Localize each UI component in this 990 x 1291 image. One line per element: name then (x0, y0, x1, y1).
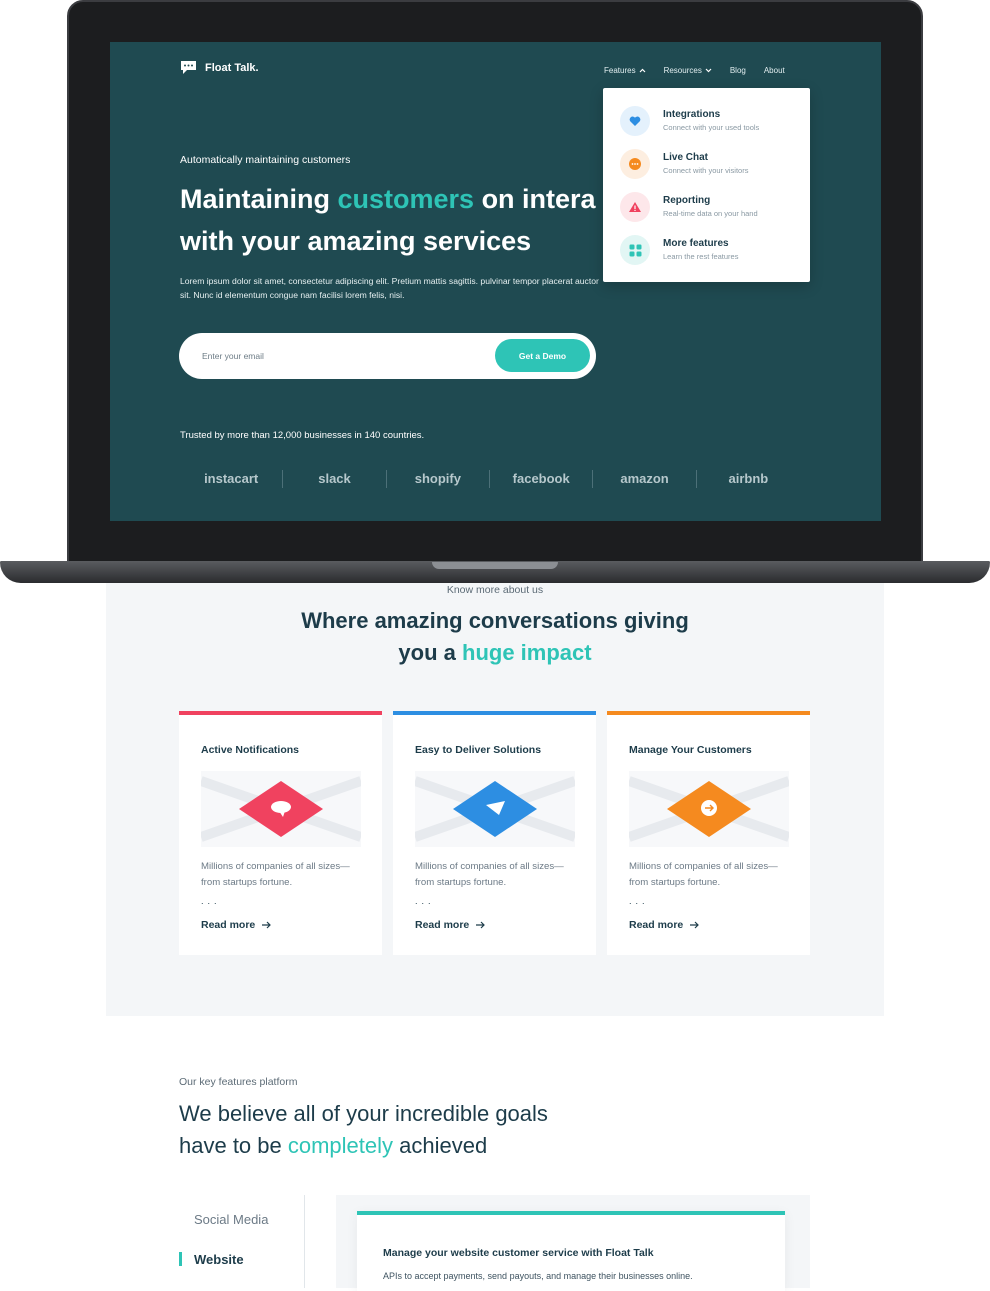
get-demo-button[interactable]: Get a Demo (495, 339, 590, 372)
read-more-label: Read more (201, 919, 256, 931)
trusted-text: Trusted by more than 12,000 businesses i… (180, 430, 425, 441)
card-dots: ... (415, 896, 435, 906)
laptop-notch (432, 562, 558, 569)
feature-panel: Manage your website customer service wit… (336, 1195, 810, 1291)
impact-kicker: Know more about us (446, 584, 544, 596)
email-input[interactable] (200, 345, 460, 367)
dropdown-item-subtitle: Connect with your visitors (663, 166, 749, 175)
dropdown-item-title: Integrations (663, 109, 721, 120)
heart-icon (620, 106, 650, 136)
chevron-up-icon (639, 68, 646, 73)
dropdown-item-live-chat[interactable]: Live Chat Connect with your visitors (620, 149, 748, 179)
amazon-logo: amazon (593, 470, 697, 488)
chat-bubble-logo-icon (181, 61, 196, 74)
feature-tabs: Social Media Website (179, 1195, 305, 1288)
card-dots: ... (629, 896, 649, 906)
customers-illustration-icon (629, 771, 789, 847)
feature-card-customers: Manage Your Customers Millions of compan… (607, 711, 810, 955)
nav-blog-label: Blog (729, 66, 746, 75)
nav-blog[interactable]: Blog (730, 66, 746, 75)
hero-description: Lorem ipsum dolor sit amet, consectetur … (180, 276, 599, 300)
impact-title-line2: you a (398, 640, 462, 665)
card-text: Millions of companies of all sizes—from … (629, 861, 778, 888)
card-text: Millions of companies of all sizes—from … (201, 861, 350, 888)
read-more-label: Read more (415, 919, 470, 931)
chat-icon (620, 149, 650, 179)
instacart-logo: instacart (180, 470, 284, 488)
dropdown-item-title: Reporting (663, 195, 711, 206)
impact-title-line1: Where amazing conversations giving (301, 608, 689, 633)
hero-screen: Float Talk. Features Resources Blog Abou… (110, 42, 881, 521)
card-dots: ... (201, 896, 221, 906)
hero-title: Maintaining customers on intera with you… (180, 178, 596, 262)
card-text: Millions of companies of all sizes—from … (415, 861, 564, 888)
nav-about-label: About (763, 66, 785, 75)
card-title: Manage Your Customers (629, 744, 752, 756)
dropdown-item-title: Live Chat (663, 152, 709, 163)
card-title: Active Notifications (201, 744, 300, 756)
email-signup-form: Get a Demo (179, 333, 596, 379)
impact-title: Where amazing conversations giving you a… (106, 605, 884, 669)
brand-logo[interactable]: Float Talk. (180, 60, 259, 75)
read-more-link[interactable]: Read more (415, 919, 486, 931)
panel-title: Manage your website customer service wit… (383, 1247, 654, 1259)
active-tab-indicator (179, 1252, 182, 1266)
tab-website[interactable]: Website (194, 1252, 244, 1267)
nav-about[interactable]: About (764, 66, 785, 75)
panel-text: APIs to accept payments, send payouts, a… (383, 1271, 693, 1281)
top-nav: Features Resources Blog About (604, 66, 785, 75)
brand-name: Float Talk. (205, 61, 259, 74)
features-kicker: Our key features platform (179, 1076, 298, 1088)
nav-features-label: Features (604, 66, 636, 75)
hero-title-part1: Maintaining (180, 184, 338, 214)
features-dropdown-menu: Integrations Connect with your used tool… (603, 88, 810, 282)
card-title: Easy to Deliver Solutions (415, 744, 542, 756)
shopify-logo: shopify (387, 470, 491, 488)
dropdown-item-more-features[interactable]: More features Learn the rest features (620, 235, 738, 265)
dropdown-item-integrations[interactable]: Integrations Connect with your used tool… (620, 106, 759, 136)
impact-title-accent: huge impact (462, 640, 592, 665)
dropdown-item-subtitle: Real-time data on your hand (663, 209, 758, 218)
read-more-link[interactable]: Read more (629, 919, 700, 931)
tab-social-media[interactable]: Social Media (194, 1212, 268, 1227)
read-more-link[interactable]: Read more (201, 919, 272, 931)
impact-section: Know more about us Where amazing convers… (106, 583, 884, 1016)
hero-title-accent: customers (337, 184, 475, 214)
arrow-right-icon (476, 921, 486, 929)
facebook-logo: facebook (490, 470, 594, 488)
dropdown-item-subtitle: Connect with your used tools (663, 123, 760, 132)
notification-illustration-icon (201, 771, 361, 847)
features-title: We believe all of your incredible goals … (179, 1098, 548, 1162)
feature-card-solutions: Easy to Deliver Solutions Millions of co… (393, 711, 596, 955)
grid-icon (620, 235, 650, 265)
features-title-accent: completely (287, 1133, 394, 1158)
arrow-right-icon (690, 921, 700, 929)
hero-title-part2: on intera (474, 184, 596, 214)
features-title-line1: We believe all of your incredible goals (179, 1101, 548, 1126)
slack-logo: slack (283, 470, 387, 488)
airbnb-logo: airbnb (728, 471, 769, 486)
read-more-label: Read more (629, 919, 684, 931)
hero-title-line2: with your amazing services (180, 226, 532, 256)
dropdown-item-title: More features (663, 238, 729, 249)
nav-resources[interactable]: Resources (664, 66, 712, 75)
feature-card-notifications: Active Notifications Millions of compani… (179, 711, 382, 955)
brand-logos: instacart slack shopify facebook amazon … (180, 468, 800, 490)
warning-icon (620, 192, 650, 222)
card-accent-bar (179, 711, 382, 715)
dropdown-item-reporting[interactable]: Reporting Real-time data on your hand (620, 192, 758, 222)
dropdown-item-subtitle: Learn the rest features (663, 252, 739, 261)
arrow-right-icon (262, 921, 272, 929)
nav-resources-label: Resources (663, 66, 702, 75)
card-accent-bar (393, 711, 596, 715)
hero-kicker: Automatically maintaining customers (180, 154, 351, 166)
delivery-illustration-icon (415, 771, 575, 847)
chevron-down-icon (705, 68, 712, 73)
features-title-line2b: achieved (393, 1133, 488, 1158)
card-accent-bar (607, 711, 810, 715)
nav-features[interactable]: Features (604, 66, 646, 75)
features-title-line2a: have to be (179, 1133, 288, 1158)
feature-panel-card: Manage your website customer service wit… (357, 1211, 785, 1291)
